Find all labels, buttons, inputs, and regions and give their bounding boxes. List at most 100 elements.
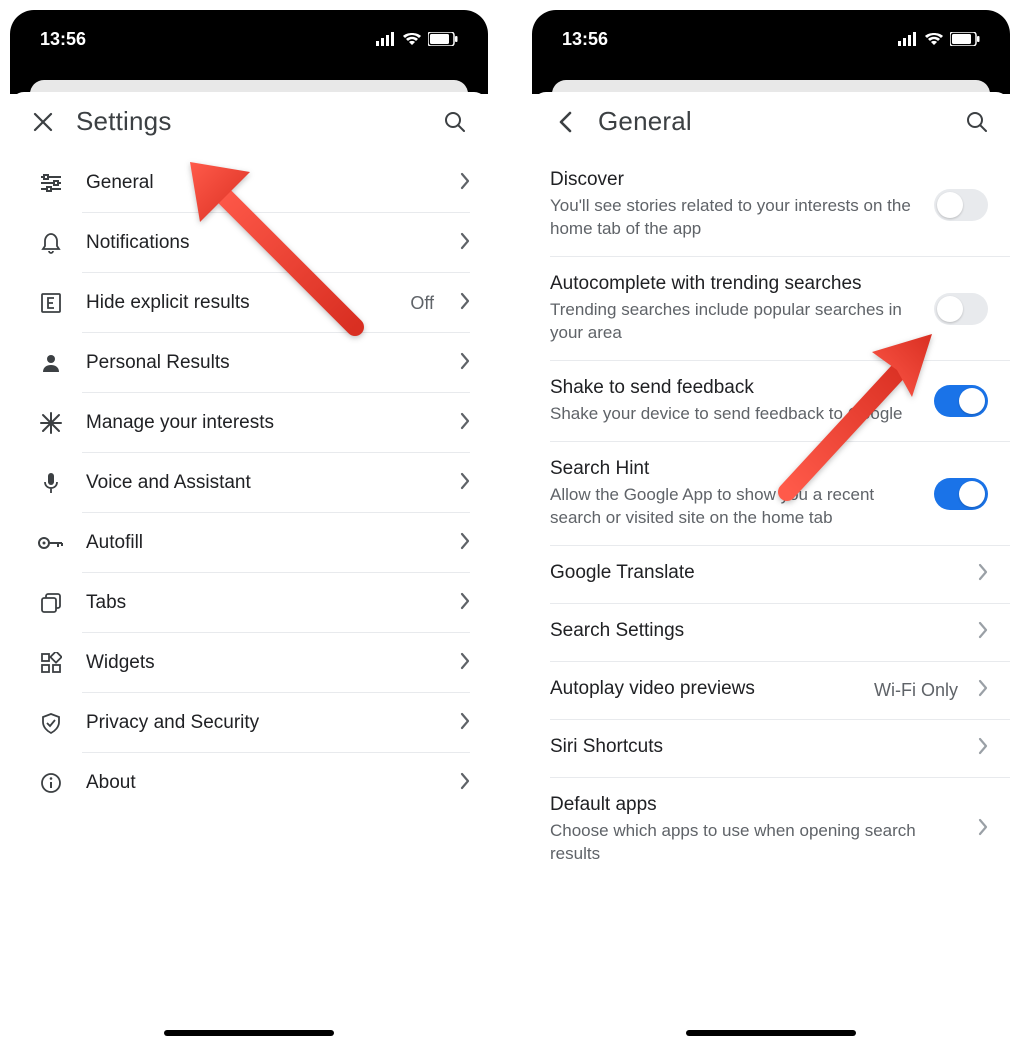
toggle-shake[interactable] — [934, 385, 988, 417]
chevron-right-icon — [978, 737, 988, 760]
row-label: Voice and Assistant — [86, 472, 438, 494]
back-icon[interactable] — [550, 107, 580, 137]
chevron-right-icon — [460, 592, 470, 615]
row-label: Notifications — [86, 232, 438, 254]
settings-item-privacy[interactable]: Privacy and Security — [10, 693, 488, 753]
settings-item-voice[interactable]: Voice and Assistant — [10, 453, 488, 513]
row-label: Widgets — [86, 652, 438, 674]
signal-icon — [376, 32, 396, 46]
close-icon[interactable] — [28, 107, 58, 137]
row-title: Google Translate — [550, 562, 964, 584]
settings-item-personal[interactable]: Personal Results — [10, 333, 488, 393]
key-icon — [38, 530, 64, 556]
chevron-right-icon — [460, 292, 470, 315]
status-bar: 13:56 — [10, 10, 488, 80]
chevron-right-icon — [978, 621, 988, 644]
asterisk-icon — [38, 410, 64, 436]
status-time: 13:56 — [562, 29, 608, 50]
status-icons — [376, 32, 458, 46]
info-icon — [38, 770, 64, 796]
explicit-icon — [38, 290, 64, 316]
signal-icon — [898, 32, 918, 46]
row-title: Default apps — [550, 794, 964, 816]
home-indicator — [686, 1030, 856, 1036]
general-item-translate[interactable]: Google Translate — [532, 546, 1010, 604]
row-value: Off — [410, 293, 434, 314]
search-icon[interactable] — [440, 107, 470, 137]
bell-icon — [38, 230, 64, 256]
row-title: Autocomplete with trending searches — [550, 273, 920, 295]
settings-item-tabs[interactable]: Tabs — [10, 573, 488, 633]
sliders-icon — [38, 170, 64, 196]
chevron-right-icon — [460, 652, 470, 675]
status-icons — [898, 32, 980, 46]
tabs-icon — [38, 590, 64, 616]
page-title: General — [598, 106, 944, 137]
battery-icon — [428, 32, 458, 46]
settings-item-general[interactable]: General — [10, 153, 488, 213]
row-label: General — [86, 172, 438, 194]
phone-left: 13:56 Settings General Notif — [10, 10, 488, 1044]
general-header: General — [532, 92, 1010, 147]
row-subtitle: Shake your device to send feedback to Go… — [550, 403, 920, 426]
chevron-right-icon — [460, 472, 470, 495]
settings-item-explicit[interactable]: Hide explicit results Off — [10, 273, 488, 333]
phone-right: 13:56 General Discover You'll see storie… — [532, 10, 1010, 1044]
row-label: Manage your interests — [86, 412, 438, 434]
chevron-right-icon — [978, 818, 988, 841]
chevron-right-icon — [460, 412, 470, 435]
battery-icon — [950, 32, 980, 46]
chevron-right-icon — [460, 712, 470, 735]
toggle-discover[interactable] — [934, 189, 988, 221]
general-item-siri[interactable]: Siri Shortcuts — [532, 720, 1010, 778]
row-value: Wi-Fi Only — [874, 680, 958, 701]
general-item-discover[interactable]: Discover You'll see stories related to y… — [532, 153, 1010, 257]
general-item-shake[interactable]: Shake to send feedback Shake your device… — [532, 361, 1010, 442]
row-label: Privacy and Security — [86, 712, 438, 734]
page-title: Settings — [76, 106, 422, 137]
status-bar: 13:56 — [532, 10, 1010, 80]
chevron-right-icon — [978, 679, 988, 702]
row-subtitle: You'll see stories related to your inter… — [550, 195, 920, 241]
row-title: Search Settings — [550, 620, 964, 642]
wifi-icon — [402, 32, 422, 46]
chevron-right-icon — [460, 532, 470, 555]
toggle-autocomplete[interactable] — [934, 293, 988, 325]
general-item-searchhint[interactable]: Search Hint Allow the Google App to show… — [532, 442, 1010, 546]
search-icon[interactable] — [962, 107, 992, 137]
row-label: Tabs — [86, 592, 438, 614]
chevron-right-icon — [460, 352, 470, 375]
row-title: Discover — [550, 169, 920, 191]
person-icon — [38, 350, 64, 376]
settings-item-interests[interactable]: Manage your interests — [10, 393, 488, 453]
general-item-defaultapps[interactable]: Default apps Choose which apps to use wh… — [532, 778, 1010, 882]
wifi-icon — [924, 32, 944, 46]
row-subtitle: Choose which apps to use when opening se… — [550, 820, 964, 866]
settings-list: General Notifications Hide explicit resu… — [10, 147, 488, 819]
row-title: Search Hint — [550, 458, 920, 480]
chevron-right-icon — [460, 172, 470, 195]
widgets-icon — [38, 650, 64, 676]
toggle-searchhint[interactable] — [934, 478, 988, 510]
home-indicator — [164, 1030, 334, 1036]
row-label: Hide explicit results — [86, 292, 388, 314]
general-list: Discover You'll see stories related to y… — [532, 147, 1010, 887]
general-item-autocomplete[interactable]: Autocomplete with trending searches Tren… — [532, 257, 1010, 361]
row-label: Personal Results — [86, 352, 438, 374]
chevron-right-icon — [460, 772, 470, 795]
row-title: Siri Shortcuts — [550, 736, 964, 758]
general-item-autoplay[interactable]: Autoplay video previews Wi-Fi Only — [532, 662, 1010, 720]
chevron-right-icon — [460, 232, 470, 255]
chevron-right-icon — [978, 563, 988, 586]
settings-item-widgets[interactable]: Widgets — [10, 633, 488, 693]
settings-sheet: Settings General Notifications Hide expl… — [10, 92, 488, 1044]
settings-item-autofill[interactable]: Autofill — [10, 513, 488, 573]
settings-item-about[interactable]: About — [10, 753, 488, 813]
settings-item-notifications[interactable]: Notifications — [10, 213, 488, 273]
general-item-searchsettings[interactable]: Search Settings — [532, 604, 1010, 662]
status-time: 13:56 — [40, 29, 86, 50]
settings-header: Settings — [10, 92, 488, 147]
row-subtitle: Allow the Google App to show you a recen… — [550, 484, 920, 530]
row-label: Autofill — [86, 532, 438, 554]
row-label: About — [86, 772, 438, 794]
